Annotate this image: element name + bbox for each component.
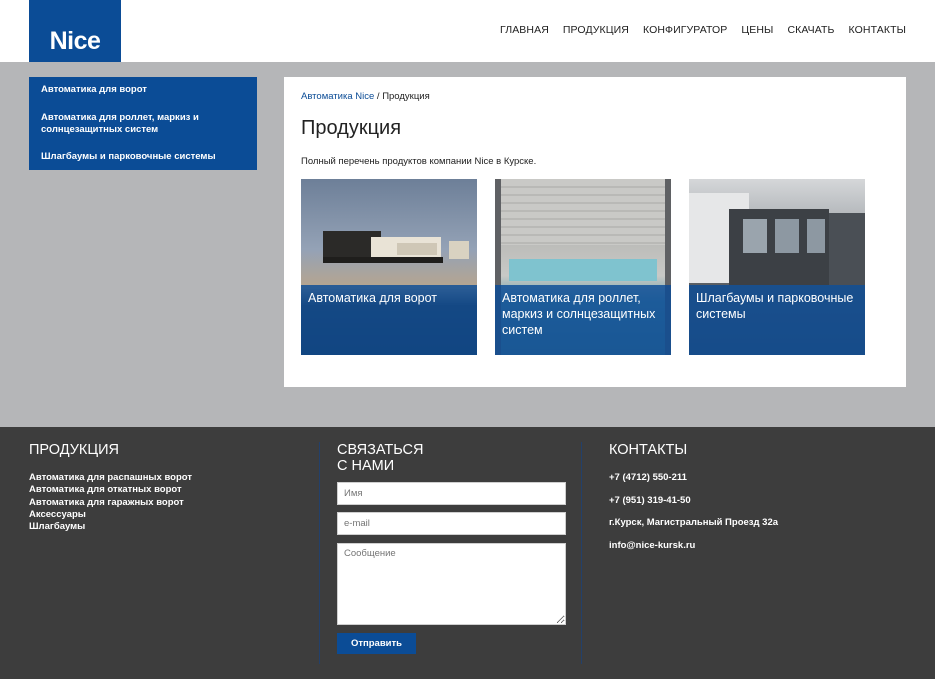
email-field[interactable]: [337, 512, 566, 535]
name-field[interactable]: [337, 482, 566, 505]
footer-link-sliding-gates[interactable]: Автоматика для откатных ворот: [29, 484, 249, 496]
breadcrumb-current: Продукция: [382, 91, 430, 102]
footer-link-swing-gates[interactable]: Автоматика для распашных ворот: [29, 472, 249, 484]
nav-prices[interactable]: ЦЕНЫ: [741, 24, 773, 36]
product-card-rollers[interactable]: Автоматика для роллет, маркиз и солнцеза…: [495, 179, 671, 355]
contact-address: г.Курск, Магистральный Проезд 32а: [609, 517, 779, 528]
main-panel: Автоматика Nice / Продукция Продукция По…: [284, 77, 906, 387]
contact-phone-1: +7 (4712) 550-211: [609, 472, 687, 483]
sidebar-item-barriers[interactable]: Шлагбаумы и парковочные системы: [41, 151, 245, 164]
footer-product-links: Автоматика для распашных ворот Автоматик…: [29, 472, 249, 533]
product-cards: Автоматика для ворот Автоматика для ролл…: [301, 179, 865, 355]
nice-logo[interactable]: Nice: [29, 0, 121, 62]
contact-email[interactable]: info@nice-kursk.ru: [609, 540, 695, 551]
logo-text: Nice: [49, 27, 101, 55]
intro-text: Полный перечень продуктов компании Nice …: [301, 156, 537, 167]
nav-contacts[interactable]: КОНТАКТЫ: [849, 24, 906, 36]
nav-download[interactable]: СКАЧАТЬ: [787, 24, 834, 36]
breadcrumb-separator: /: [374, 91, 383, 102]
footer-products-heading: ПРОДУКЦИЯ: [29, 442, 119, 458]
breadcrumb-home-link[interactable]: Автоматика Nice: [301, 91, 374, 102]
card-caption: Автоматика для ворот: [308, 291, 438, 305]
nav-products[interactable]: ПРОДУКЦИЯ: [563, 24, 629, 36]
submit-button[interactable]: Отправить: [337, 633, 416, 654]
footer-link-accessories[interactable]: Аксессуары: [29, 509, 249, 521]
footer-link-garage-gates[interactable]: Автоматика для гаражных ворот: [29, 497, 249, 509]
nav-home[interactable]: ГЛАВНАЯ: [500, 24, 549, 36]
page-title: Продукция: [301, 117, 402, 139]
contact-phone-2: +7 (951) 319-41-50: [609, 495, 691, 506]
footer-divider: [581, 442, 582, 664]
card-caption: Автоматика для роллет, маркиз и солнцеза…: [502, 291, 656, 337]
product-card-barriers[interactable]: Шлагбаумы и парковочные системы: [689, 179, 865, 355]
card-caption: Шлагбаумы и парковочные системы: [696, 291, 854, 321]
message-field[interactable]: [337, 543, 566, 625]
contacts-heading: КОНТАКТЫ: [609, 442, 688, 458]
site-header: Nice ГЛАВНАЯ ПРОДУКЦИЯ КОНФИГУРАТОР ЦЕНЫ…: [0, 0, 935, 62]
site-footer: ПРОДУКЦИЯ Автоматика для распашных ворот…: [0, 427, 935, 679]
footer-divider: [319, 442, 320, 664]
sidebar-item-gates[interactable]: Автоматика для ворот: [41, 84, 245, 97]
top-navigation: ГЛАВНАЯ ПРОДУКЦИЯ КОНФИГУРАТОР ЦЕНЫ СКАЧ…: [500, 24, 906, 36]
product-card-gates[interactable]: Автоматика для ворот: [301, 179, 477, 355]
contact-form-heading: СВЯЗАТЬСЯ С НАМИ: [337, 442, 424, 474]
breadcrumb: Автоматика Nice / Продукция: [301, 91, 430, 102]
sidebar-item-rollers[interactable]: Автоматика для роллет, маркиз и солнцеза…: [41, 112, 245, 137]
footer-link-barriers[interactable]: Шлагбаумы: [29, 521, 249, 533]
category-sidebar: Автоматика для ворот Автоматика для ролл…: [29, 77, 257, 170]
nav-configurator[interactable]: КОНФИГУРАТОР: [643, 24, 727, 36]
